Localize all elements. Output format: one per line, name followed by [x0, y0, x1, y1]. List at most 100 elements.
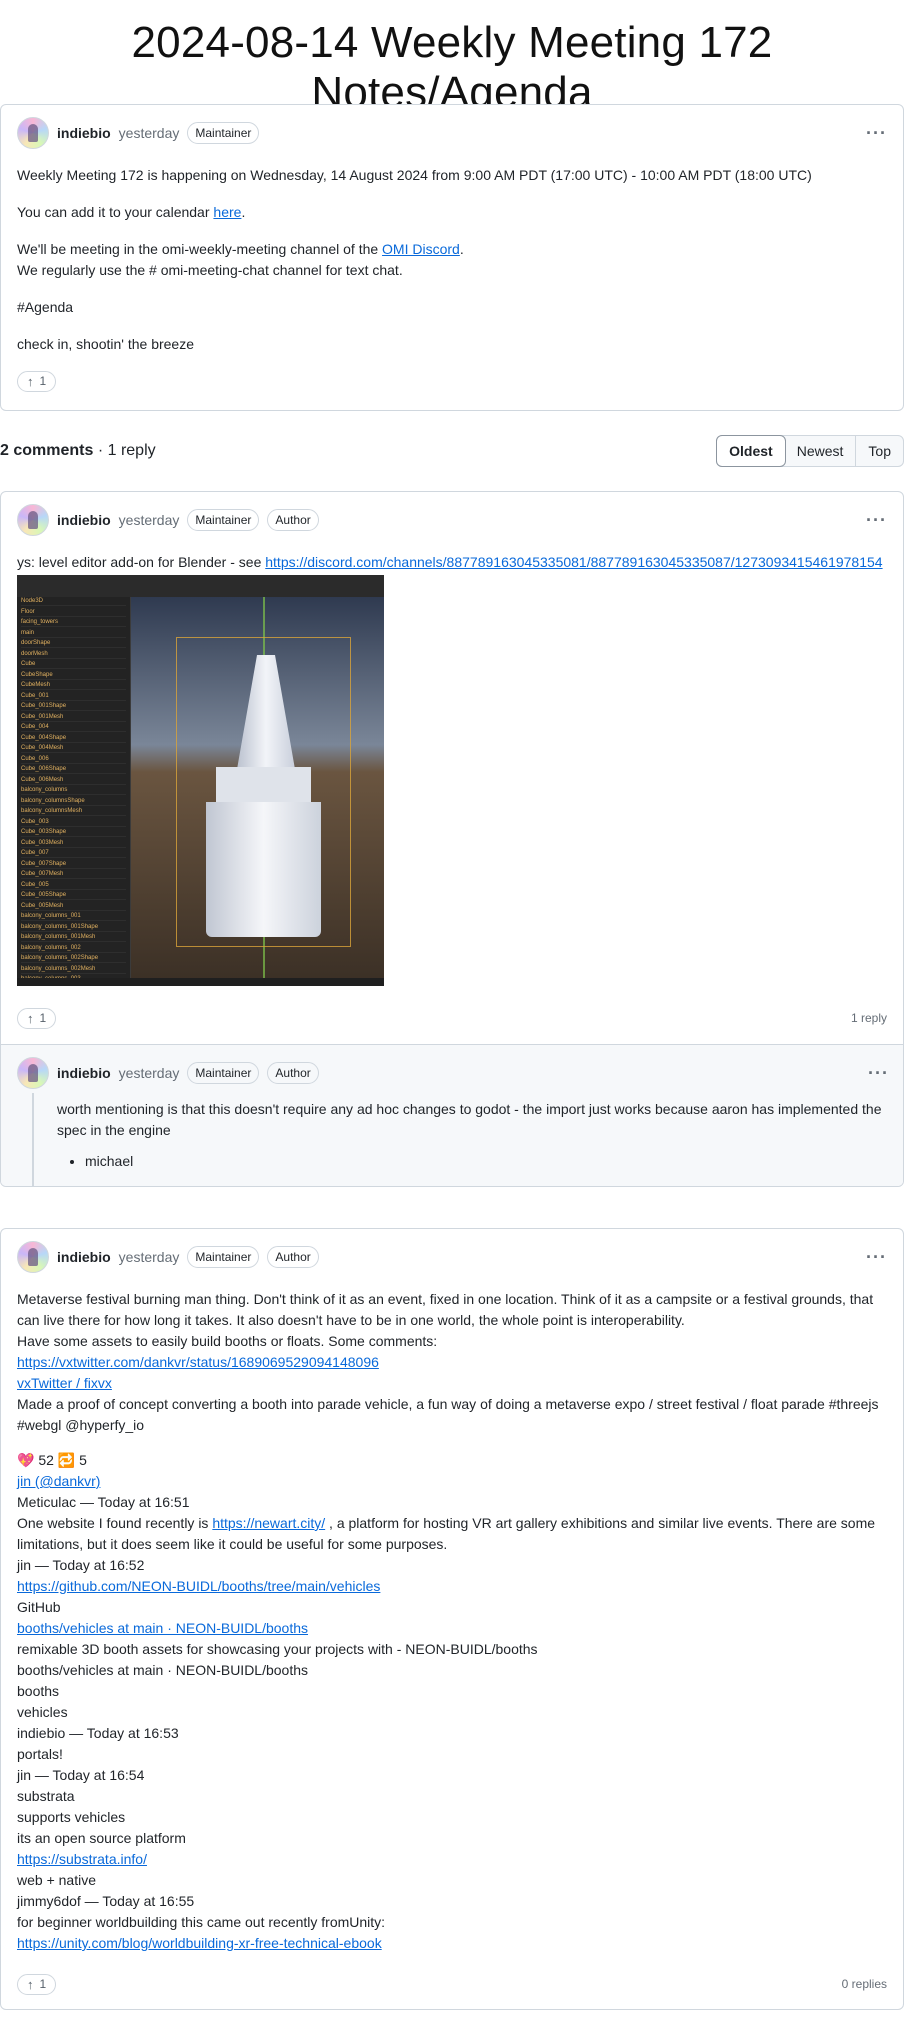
comment-link[interactable]: jin (@dankvr) — [17, 1473, 100, 1489]
avatar[interactable] — [17, 504, 49, 536]
text: portals! — [17, 1746, 63, 1762]
author-badge: Author — [267, 1246, 319, 1268]
screenshot-toolbar — [17, 575, 384, 597]
text: . — [459, 241, 464, 257]
sort-newest-button[interactable]: Newest — [785, 436, 856, 466]
discord-message-link[interactable]: https://discord.com/channels/88778916304… — [265, 554, 882, 570]
comment-line: Have some assets to easily build booths … — [17, 1331, 887, 1352]
comment-line: GitHub — [17, 1597, 887, 1618]
avatar[interactable] — [17, 117, 49, 149]
outliner-row: Cube_001 — [21, 692, 126, 701]
comment-line — [17, 1436, 887, 1450]
more-options-icon[interactable]: ··· — [866, 123, 887, 144]
comment-line: booths/vehicles at main · NEON-BUIDL/boo… — [17, 1660, 887, 1681]
text: remixable 3D booth assets for showcasing… — [17, 1641, 538, 1657]
comment-link[interactable]: https://github.com/NEON-BUIDL/booths/tre… — [17, 1578, 380, 1594]
outliner-row: CubeMesh — [21, 681, 126, 690]
timestamp[interactable]: yesterday — [119, 1249, 180, 1265]
maintainer-badge: Maintainer — [187, 509, 260, 531]
outliner-row: Cube_006 — [21, 755, 126, 764]
reply-header: indiebio yesterday Maintainer Author ··· — [1, 1055, 903, 1091]
post-paragraph: check in, shootin' the breeze — [17, 336, 195, 352]
post-body: Weekly Meeting 172 is happening on Wedne… — [1, 165, 903, 355]
author-name[interactable]: indiebio — [57, 125, 111, 141]
comment-line: substrata — [17, 1786, 887, 1807]
comment-body: Metaverse festival burning man thing. Do… — [1, 1289, 903, 1954]
author-name[interactable]: indiebio — [57, 512, 111, 528]
outliner-row: balcony_columns_002 — [21, 944, 126, 953]
comment-line: vehicles — [17, 1702, 887, 1723]
outliner-row: Cube_007Shape — [21, 860, 126, 869]
upvote-button[interactable]: ↑ 1 — [17, 1973, 57, 1995]
more-options-icon[interactable]: ··· — [866, 1247, 887, 1268]
text: . — [241, 204, 246, 220]
text: 💖 52 🔁 5 — [17, 1452, 87, 1468]
maintainer-badge: Maintainer — [187, 1062, 260, 1084]
blender-screenshot-image[interactable]: Node3D Floor facing_towers main doorShape doo… — [17, 575, 384, 986]
comments-header: 2 comments · 1 reply Oldest Newest Top — [0, 434, 904, 468]
outliner-row: Cube_003 — [21, 818, 126, 827]
avatar[interactable] — [17, 1241, 49, 1273]
upvote-button[interactable]: ↑ 1 — [17, 370, 57, 392]
author-name[interactable]: indiebio — [57, 1249, 111, 1265]
avatar[interactable] — [17, 1057, 49, 1089]
comment-link[interactable]: https://substrata.info/ — [17, 1851, 147, 1867]
discord-link[interactable]: OMI Discord — [382, 241, 460, 257]
comment-header: indiebio yesterday Maintainer Author ··· — [1, 502, 903, 538]
reply-count: 0 replies — [841, 1977, 887, 1991]
reply: indiebio yesterday Maintainer Author ···… — [1, 1044, 903, 1186]
comment-link[interactable]: https://vxtwitter.com/dankvr/status/1689… — [17, 1354, 379, 1370]
sort-oldest-button[interactable]: Oldest — [716, 435, 786, 467]
more-options-icon[interactable]: ··· — [866, 510, 887, 531]
comment-line: Metaverse festival burning man thing. Do… — [17, 1289, 887, 1331]
comment-line: booths/vehicles at main · NEON-BUIDL/boo… — [17, 1618, 887, 1639]
comment-line: One website I found recently is https://… — [17, 1513, 887, 1555]
post-header: indiebio yesterday Maintainer ··· — [1, 115, 903, 151]
text: GitHub — [17, 1599, 61, 1615]
arrow-up-icon: ↑ — [27, 1976, 34, 1992]
outliner-row: Cube_001Shape — [21, 702, 126, 711]
comment-header: indiebio yesterday Maintainer Author ··· — [1, 1239, 903, 1275]
outliner-row: Cube_007 — [21, 849, 126, 858]
text: You can add it to your calendar — [17, 204, 214, 220]
comment-line: 💖 52 🔁 5 — [17, 1450, 887, 1471]
replies-total: 1 reply — [107, 442, 156, 459]
text: We'll be meeting in the omi-weekly-meeti… — [17, 241, 383, 257]
upvote-count: 1 — [39, 1011, 47, 1025]
calendar-link[interactable]: here — [213, 204, 241, 220]
text: substrata — [17, 1788, 75, 1804]
comment-body: ys: level editor add-on for Blender - se… — [1, 552, 903, 986]
page-title: 2024-08-14 Weekly Meeting 172 Notes/Agen… — [131, 18, 773, 117]
comment-line: Made a proof of concept converting a boo… — [17, 1394, 887, 1436]
author-name[interactable]: indiebio — [57, 1065, 111, 1081]
text: supports vehicles — [17, 1809, 126, 1825]
outliner-row: Cube_005Shape — [21, 891, 126, 900]
more-options-icon[interactable]: ··· — [868, 1063, 889, 1084]
text: its an open source platform — [17, 1830, 186, 1846]
discussion-post: indiebio yesterday Maintainer ··· Weekly… — [0, 104, 904, 411]
list-item: michael — [85, 1151, 889, 1172]
upvote-button[interactable]: ↑ 1 — [17, 1007, 57, 1029]
timestamp[interactable]: yesterday — [119, 512, 180, 528]
timestamp[interactable]: yesterday — [119, 1065, 180, 1081]
comment-line: web + native — [17, 1870, 887, 1891]
comment-link[interactable]: vxTwitter / fixvx — [17, 1375, 112, 1391]
post-paragraph: We'll be meeting in the omi-weekly-meeti… — [17, 239, 887, 281]
outliner-row: balcony_columns_001Shape — [21, 923, 126, 932]
separator: · — [93, 442, 108, 459]
comment-link[interactable]: https://unity.com/blog/worldbuilding-xr-… — [17, 1935, 382, 1951]
text: vehicles — [17, 1704, 68, 1720]
timestamp[interactable]: yesterday — [119, 125, 180, 141]
reply-body: worth mentioning is that this doesn't re… — [1, 1099, 903, 1172]
outliner-row: balcony_columnsShape — [21, 797, 126, 806]
arrow-up-icon: ↑ — [27, 1010, 34, 1026]
comment-line: jin — Today at 16:54 — [17, 1765, 887, 1786]
upvote-count: 1 — [39, 374, 47, 388]
comment-link[interactable]: https://newart.city/ — [212, 1515, 325, 1531]
comment-link[interactable]: booths/vehicles at main · NEON-BUIDL/boo… — [17, 1620, 308, 1636]
comment-line: booths — [17, 1681, 887, 1702]
sort-top-button[interactable]: Top — [855, 436, 903, 466]
outliner-row: balcony_columns_002Mesh — [21, 965, 126, 974]
text: jin — Today at 16:54 — [17, 1767, 145, 1783]
outliner-row: doorShape — [21, 639, 126, 648]
